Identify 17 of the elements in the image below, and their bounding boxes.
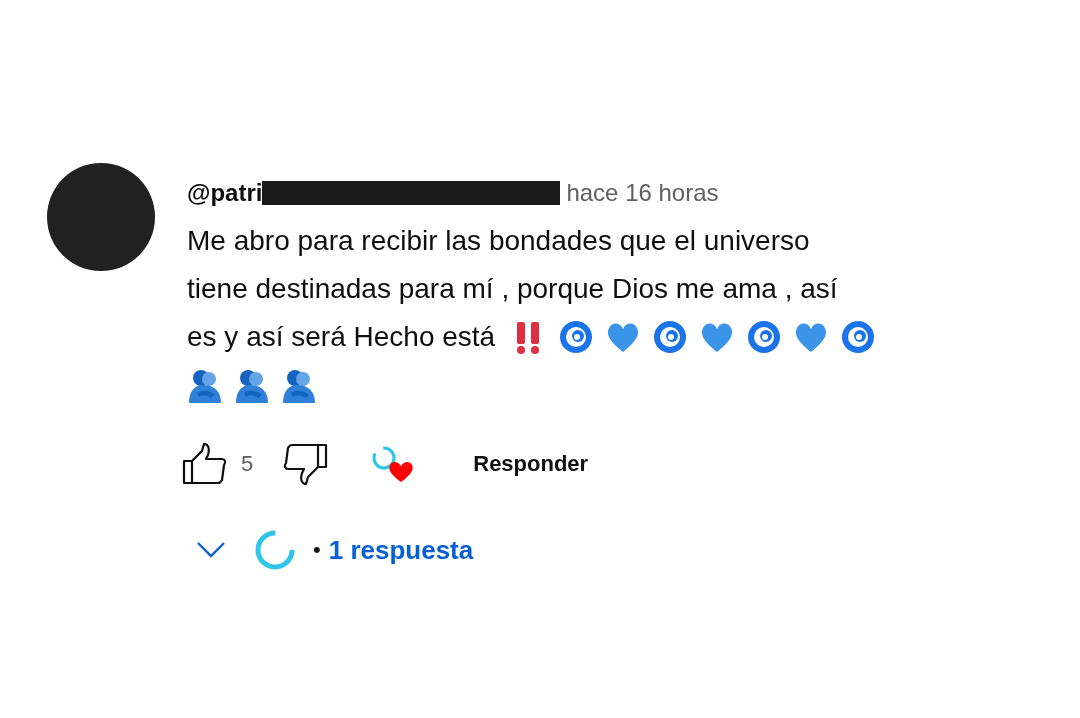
people-hugging-icon (234, 367, 270, 403)
cyclone-icon (746, 319, 783, 355)
channel-avatar (253, 528, 297, 572)
cyclone-icon (840, 319, 877, 355)
cyclone-icon (558, 319, 595, 355)
like-count: 5 (241, 451, 254, 477)
username[interactable]: @patri (187, 179, 263, 207)
reply-button[interactable]: Responder (461, 443, 601, 485)
people-hugging-icon (187, 367, 223, 403)
replies-link[interactable]: 1 respuesta (328, 534, 474, 566)
comment-text: es y así será Hecho está (187, 320, 496, 354)
separator-dot: • (313, 537, 321, 563)
people-hugging-icon (281, 367, 317, 403)
comment-text: tiene destinadas para mí , porque Dios me ama , así (187, 272, 838, 306)
timestamp[interactable]: hace 16 horas (566, 179, 719, 207)
cyclone-icon (652, 319, 689, 355)
comment-text: Me abro para recibir las bondades que el universo (187, 224, 810, 258)
